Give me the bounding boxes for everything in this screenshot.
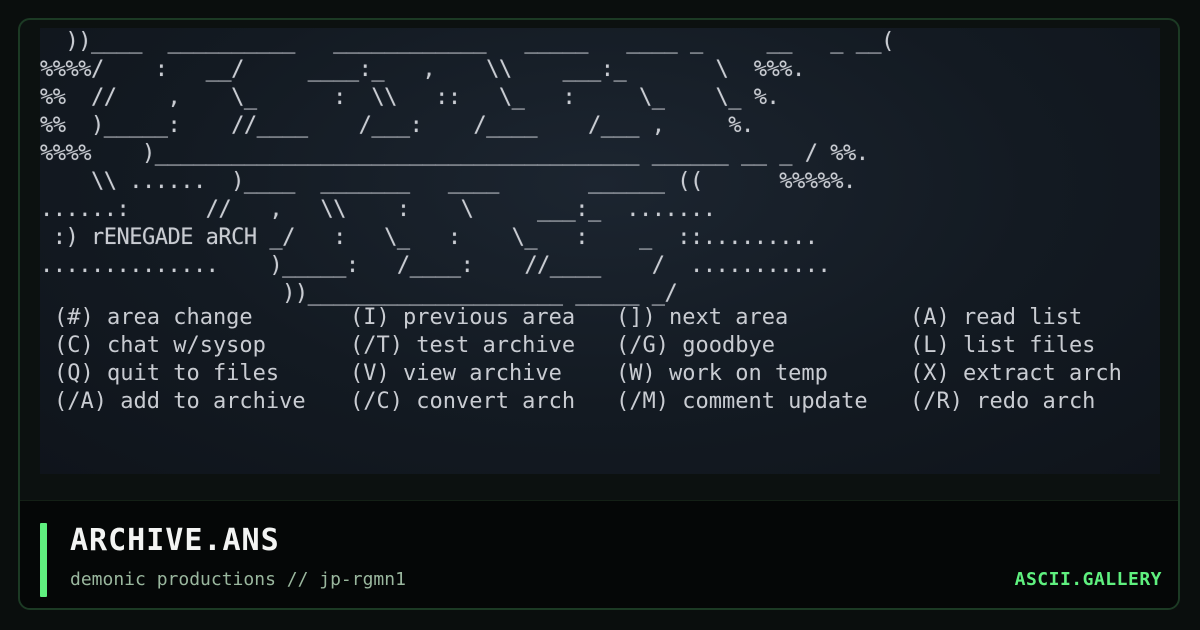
ansi-command-menu: (#) area change (I) previous area (]) ne… xyxy=(54,304,1150,416)
menu-item: (W) work on temp xyxy=(616,361,828,386)
menu-item: (I) previous area xyxy=(350,305,576,330)
menu-item: (#) area change xyxy=(54,305,253,330)
accent-bar xyxy=(40,523,47,597)
menu-row: (Q) quit to files (V) view archive (W) w… xyxy=(54,360,1150,388)
ansi-art-line: %% )_____: //____ /___: /____ /___ , %. xyxy=(40,113,754,138)
ansi-art-line: %%%%/ : __/ ____:_ , \\ ___:_ \ %%%. xyxy=(40,57,805,82)
menu-item: (/A) add to archive xyxy=(54,389,306,414)
menu-row: (C) chat w/sysop (/T) test archive (/G) … xyxy=(54,332,1150,360)
menu-item: (C) chat w/sysop xyxy=(54,333,266,358)
site-brand[interactable]: ASCII.GALLERY xyxy=(1015,569,1162,590)
menu-item: (/C) convert arch xyxy=(350,389,576,414)
artwork-credit: demonic productions // jp-rgmn1 xyxy=(70,569,406,590)
footer-bar: ARCHIVE.ANS demonic productions // jp-rg… xyxy=(20,500,1178,608)
ansi-art-line: %% // , \_ : \\ :: \_ : \_ \_ %. xyxy=(40,85,780,110)
ansi-art-line: ......: // , \\ : \ ___:_ ....... xyxy=(40,197,716,222)
ansi-art-line: .............. )_____: /____: //____ / .… xyxy=(40,253,831,278)
menu-item: (/T) test archive xyxy=(350,333,576,358)
menu-item: (/G) goodbye xyxy=(616,333,775,358)
ansi-art-line: ))____ __________ ____________ _____ ___… xyxy=(40,29,894,54)
menu-row: (#) area change (I) previous area (]) ne… xyxy=(54,304,1150,332)
menu-item: (L) list files xyxy=(910,333,1096,358)
menu-item: (Q) quit to files xyxy=(54,361,280,386)
menu-item: (A) read list xyxy=(910,305,1083,330)
menu-item: (/R) redo arch xyxy=(910,389,1096,414)
ansi-art-line: \\ ...... )____ _______ ____ ______ (( %… xyxy=(40,169,856,194)
menu-item: (X) extract arch xyxy=(910,361,1122,386)
menu-item: (V) view archive xyxy=(350,361,562,386)
ansi-art-line: %%%% )__________________________________… xyxy=(40,141,869,166)
ansi-art-panel: ))____ __________ ____________ _____ ___… xyxy=(40,28,1160,474)
menu-item: (]) next area xyxy=(616,305,789,330)
menu-item: (/M) comment update xyxy=(616,389,868,414)
card-frame: ))____ __________ ____________ _____ ___… xyxy=(18,18,1180,610)
artwork-title: ARCHIVE.ANS xyxy=(70,523,280,558)
menu-row: (/A) add to archive (/C) convert arch (/… xyxy=(54,388,1150,416)
ansi-art-line: :) rENEGADE aRCH _/ : \_ : \_ : _ ::....… xyxy=(40,225,818,250)
